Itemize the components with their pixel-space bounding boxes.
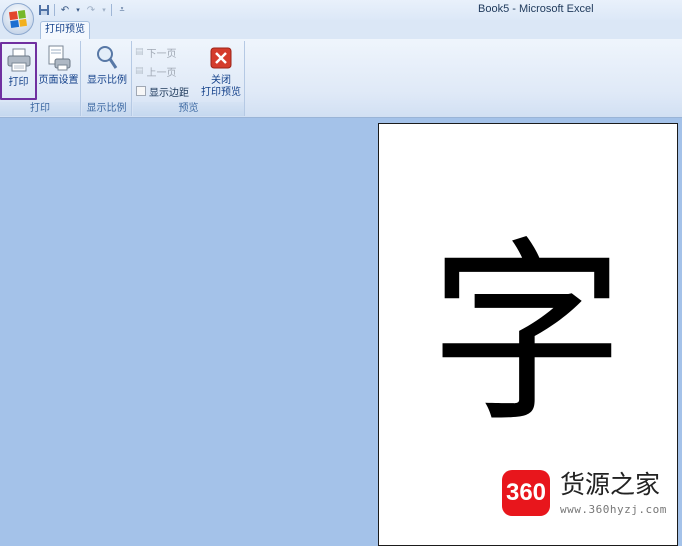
qat-separator — [111, 4, 112, 16]
ribbon-group-preview: ▤ 下一页 ▤ 上一页 显示边距 关闭 打印预览 预览 — [133, 41, 245, 116]
next-page-icon: ▤ — [135, 47, 144, 57]
print-button[interactable]: 打印 — [0, 42, 37, 100]
tab-print-preview[interactable]: 打印预览 — [40, 21, 90, 39]
watermark-logo: 360 — [502, 470, 550, 516]
ribbon: 打印 页面设置 打印 显示比例 显示比例 ▤ 下一页 ▤ 上一页 显示边距 关闭… — [0, 39, 682, 118]
ribbon-group-print-label: 打印 — [0, 102, 80, 116]
printer-icon — [5, 46, 33, 74]
prev-page-icon: ▤ — [135, 66, 144, 76]
checkbox-box — [136, 86, 146, 96]
show-margins-checkbox[interactable]: 显示边距 — [136, 83, 189, 99]
prev-page-button[interactable]: ▤ 上一页 — [135, 63, 177, 79]
print-button-label: 打印 — [8, 77, 29, 88]
close-preview-icon — [207, 44, 235, 72]
next-page-label: 下一页 — [146, 48, 177, 60]
page-setup-icon — [45, 44, 73, 72]
undo-icon[interactable]: ↶ — [59, 4, 71, 16]
watermark-url: www.360hyzj.com — [560, 503, 667, 516]
qat-separator — [54, 4, 55, 16]
ribbon-tab-row: 打印预览 — [0, 20, 682, 39]
office-button[interactable] — [2, 3, 34, 35]
page-setup-button-label: 页面设置 — [38, 75, 79, 86]
office-logo-icon — [8, 9, 28, 29]
close-preview-label-line1: 关闭 — [211, 75, 231, 86]
zoom-button-label: 显示比例 — [87, 75, 127, 86]
ribbon-group-print: 打印 页面设置 打印 — [0, 41, 81, 116]
window-title: Book5 - Microsoft Excel — [478, 3, 594, 15]
ribbon-group-zoom: 显示比例 显示比例 — [82, 41, 132, 116]
redo-icon[interactable]: ↷ — [85, 4, 97, 16]
preview-cell-text: 字 — [428, 221, 625, 449]
close-print-preview-button[interactable]: 关闭 打印预览 — [199, 42, 243, 100]
zoom-button[interactable]: 显示比例 — [84, 42, 130, 100]
prev-page-label: 上一页 — [146, 67, 177, 79]
page-setup-button[interactable]: 页面设置 — [37, 42, 80, 100]
next-page-button[interactable]: ▤ 下一页 — [135, 44, 177, 60]
quick-access-toolbar: ↶ ▾ ↷ ▾ ⩡ — [38, 3, 128, 17]
redo-dropdown-icon[interactable]: ▾ — [101, 4, 107, 16]
watermark-name: 货源之家 — [560, 470, 661, 499]
customize-icon[interactable]: ⩡ — [116, 4, 128, 16]
watermark: 360 货源之家 www.360hyzj.com — [502, 470, 680, 520]
save-icon[interactable] — [38, 4, 50, 16]
close-preview-label-line2: 打印预览 — [201, 87, 241, 98]
ribbon-group-zoom-label: 显示比例 — [82, 102, 131, 116]
ribbon-group-preview-label: 预览 — [133, 102, 244, 116]
undo-dropdown-icon[interactable]: ▾ — [75, 4, 81, 16]
zoom-icon — [93, 44, 121, 72]
show-margins-label: 显示边距 — [149, 87, 189, 99]
